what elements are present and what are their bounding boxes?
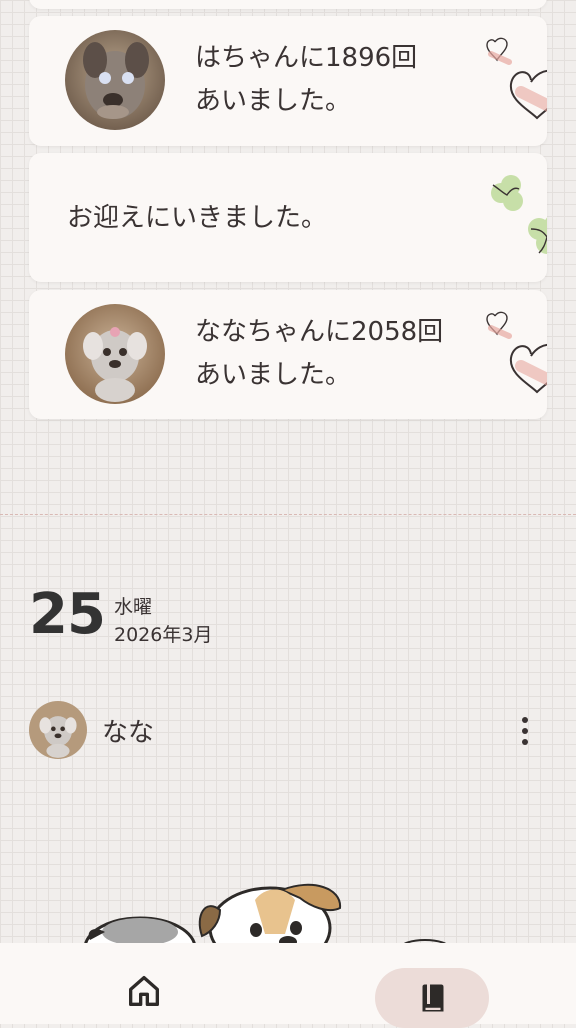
date-year-month: 2026年3月: [114, 624, 213, 646]
timeline-card[interactable]: ななちゃんに2058回 あいました。: [29, 290, 547, 419]
timeline-card[interactable]: はちゃんに1896回 あいました。: [29, 16, 547, 146]
bottom-navigation: [0, 943, 576, 1028]
day-divider: [0, 514, 576, 515]
clover-icon: [491, 175, 547, 254]
card-text: お迎えにいきました。: [67, 203, 328, 233]
home-icon[interactable]: [124, 971, 164, 1011]
dogs-illustration: [83, 883, 450, 950]
book-icon: [422, 984, 444, 1012]
user-avatar[interactable]: [29, 701, 87, 759]
card-text: はちゃんに1896回 あいました。: [195, 43, 418, 116]
timeline-card-partial: [29, 0, 547, 9]
date-day: 25: [29, 582, 106, 647]
heart-icon: [486, 37, 547, 120]
dog-avatar: [65, 304, 165, 404]
dog-photo-nana: [65, 304, 165, 404]
user-name: なな: [102, 718, 155, 748]
date-weekday: 水曜: [114, 596, 153, 618]
heart-icon: [486, 311, 547, 394]
dog-photo-nana: [29, 701, 87, 759]
card-text: ななちゃんに2058回 あいました。: [195, 317, 444, 390]
more-vertical-icon[interactable]: [510, 712, 540, 750]
nav-diary-button[interactable]: [375, 968, 489, 1028]
dog-avatar: [65, 30, 165, 130]
dog-photo-hachi: [65, 30, 165, 130]
timeline-card[interactable]: お迎えにいきました。: [29, 153, 547, 282]
